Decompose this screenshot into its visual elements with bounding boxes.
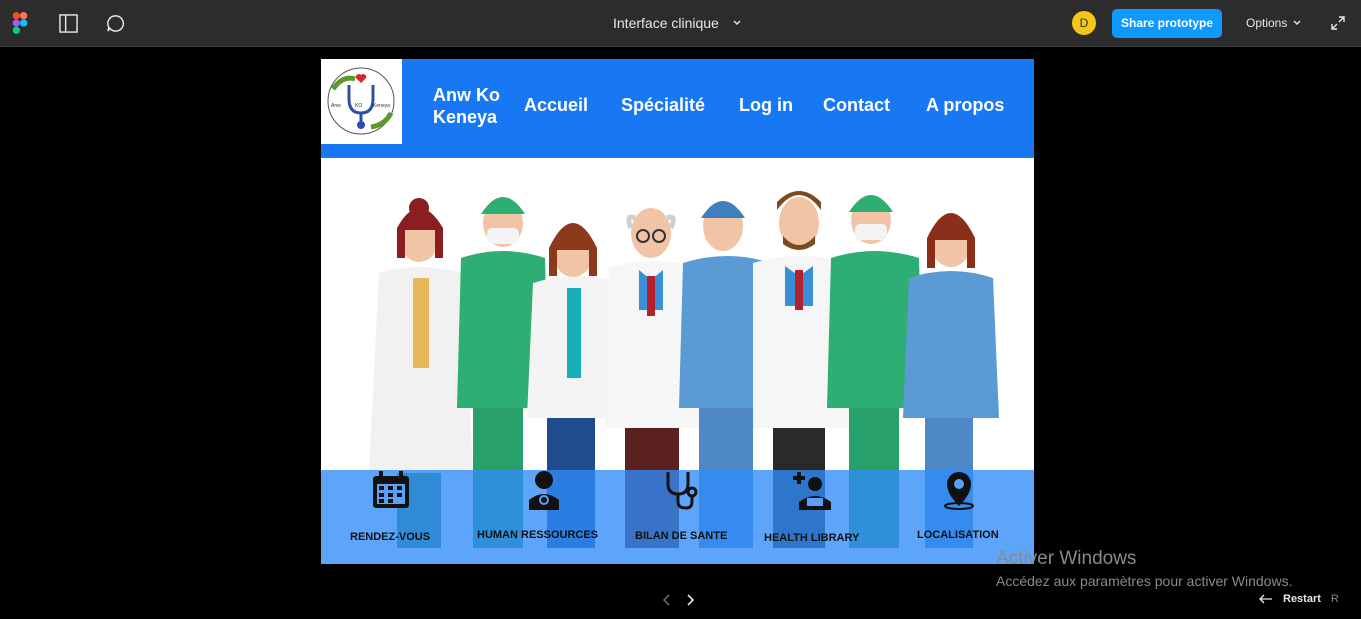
brand-line: Anw Ko xyxy=(433,85,500,105)
prototype-toolbar: Interface clinique D Share prototype Opt… xyxy=(0,0,1361,47)
stethoscope-heart-logo-icon: Anw KO Keneya xyxy=(327,67,395,135)
brand-name[interactable]: Anw Ko Keneya xyxy=(433,84,500,128)
nav-a-propos[interactable]: A propos xyxy=(926,95,1004,116)
windows-activation-title: Activer Windows xyxy=(996,548,1137,569)
file-title: Interface clinique xyxy=(613,15,719,31)
options-label: Options xyxy=(1246,16,1288,30)
service-label: BILAN DE SANTE xyxy=(635,530,728,542)
site-navbar: Anw KO Keneya Anw Ko Keneya Accueil Spéc… xyxy=(321,59,1034,158)
prototype-frame: Anw KO Keneya Anw Ko Keneya Accueil Spéc… xyxy=(321,59,1034,564)
service-label: RENDEZ-VOUS xyxy=(350,531,431,543)
comment-icon[interactable] xyxy=(106,14,125,33)
logo-text: Keneya xyxy=(373,103,390,109)
map-pin-icon xyxy=(944,472,974,510)
stethoscope-icon xyxy=(666,472,698,510)
services-band: RENDEZ-VOUS HUMAN RESSOURCES BILAN DE SA… xyxy=(321,470,1034,564)
windows-activation-subtitle: Accédez aux paramètres pour activer Wind… xyxy=(996,573,1293,589)
doctor-icon xyxy=(529,471,559,510)
restart-button[interactable]: Restart R xyxy=(1259,593,1339,605)
service-label: HEALTH LIBRARY xyxy=(764,532,860,544)
nav-contact[interactable]: Contact xyxy=(823,95,890,116)
service-label: LOCALISATION xyxy=(917,529,999,541)
nav-accueil[interactable]: Accueil xyxy=(524,95,588,116)
file-title-dropdown[interactable]: Interface clinique xyxy=(613,15,741,31)
patient-book-icon xyxy=(793,472,831,510)
logo-text: Anw xyxy=(331,103,341,109)
figma-logo-icon[interactable] xyxy=(12,12,28,34)
next-frame-icon[interactable] xyxy=(683,593,697,607)
restart-arrow-icon xyxy=(1259,594,1272,604)
options-menu[interactable]: Options xyxy=(1246,16,1301,30)
fullscreen-icon[interactable] xyxy=(1330,15,1346,31)
brand-line: Keneya xyxy=(433,107,498,127)
previous-frame-icon[interactable] xyxy=(660,593,674,607)
share-prototype-button[interactable]: Share prototype xyxy=(1112,9,1222,38)
chevron-down-icon xyxy=(1293,20,1301,25)
logo-text: KO xyxy=(355,103,362,109)
sidebar-toggle-icon[interactable] xyxy=(59,14,78,33)
site-logo[interactable]: Anw KO Keneya xyxy=(321,59,402,144)
restart-label: Restart xyxy=(1283,593,1321,605)
service-label: HUMAN RESSOURCES xyxy=(477,529,599,541)
nav-specialite[interactable]: Spécialité xyxy=(621,95,705,116)
avatar[interactable]: D xyxy=(1072,11,1096,35)
restart-shortcut: R xyxy=(1330,593,1339,605)
calendar-icon xyxy=(373,471,409,508)
chevron-down-icon xyxy=(733,20,741,25)
nav-login[interactable]: Log in xyxy=(739,95,793,116)
